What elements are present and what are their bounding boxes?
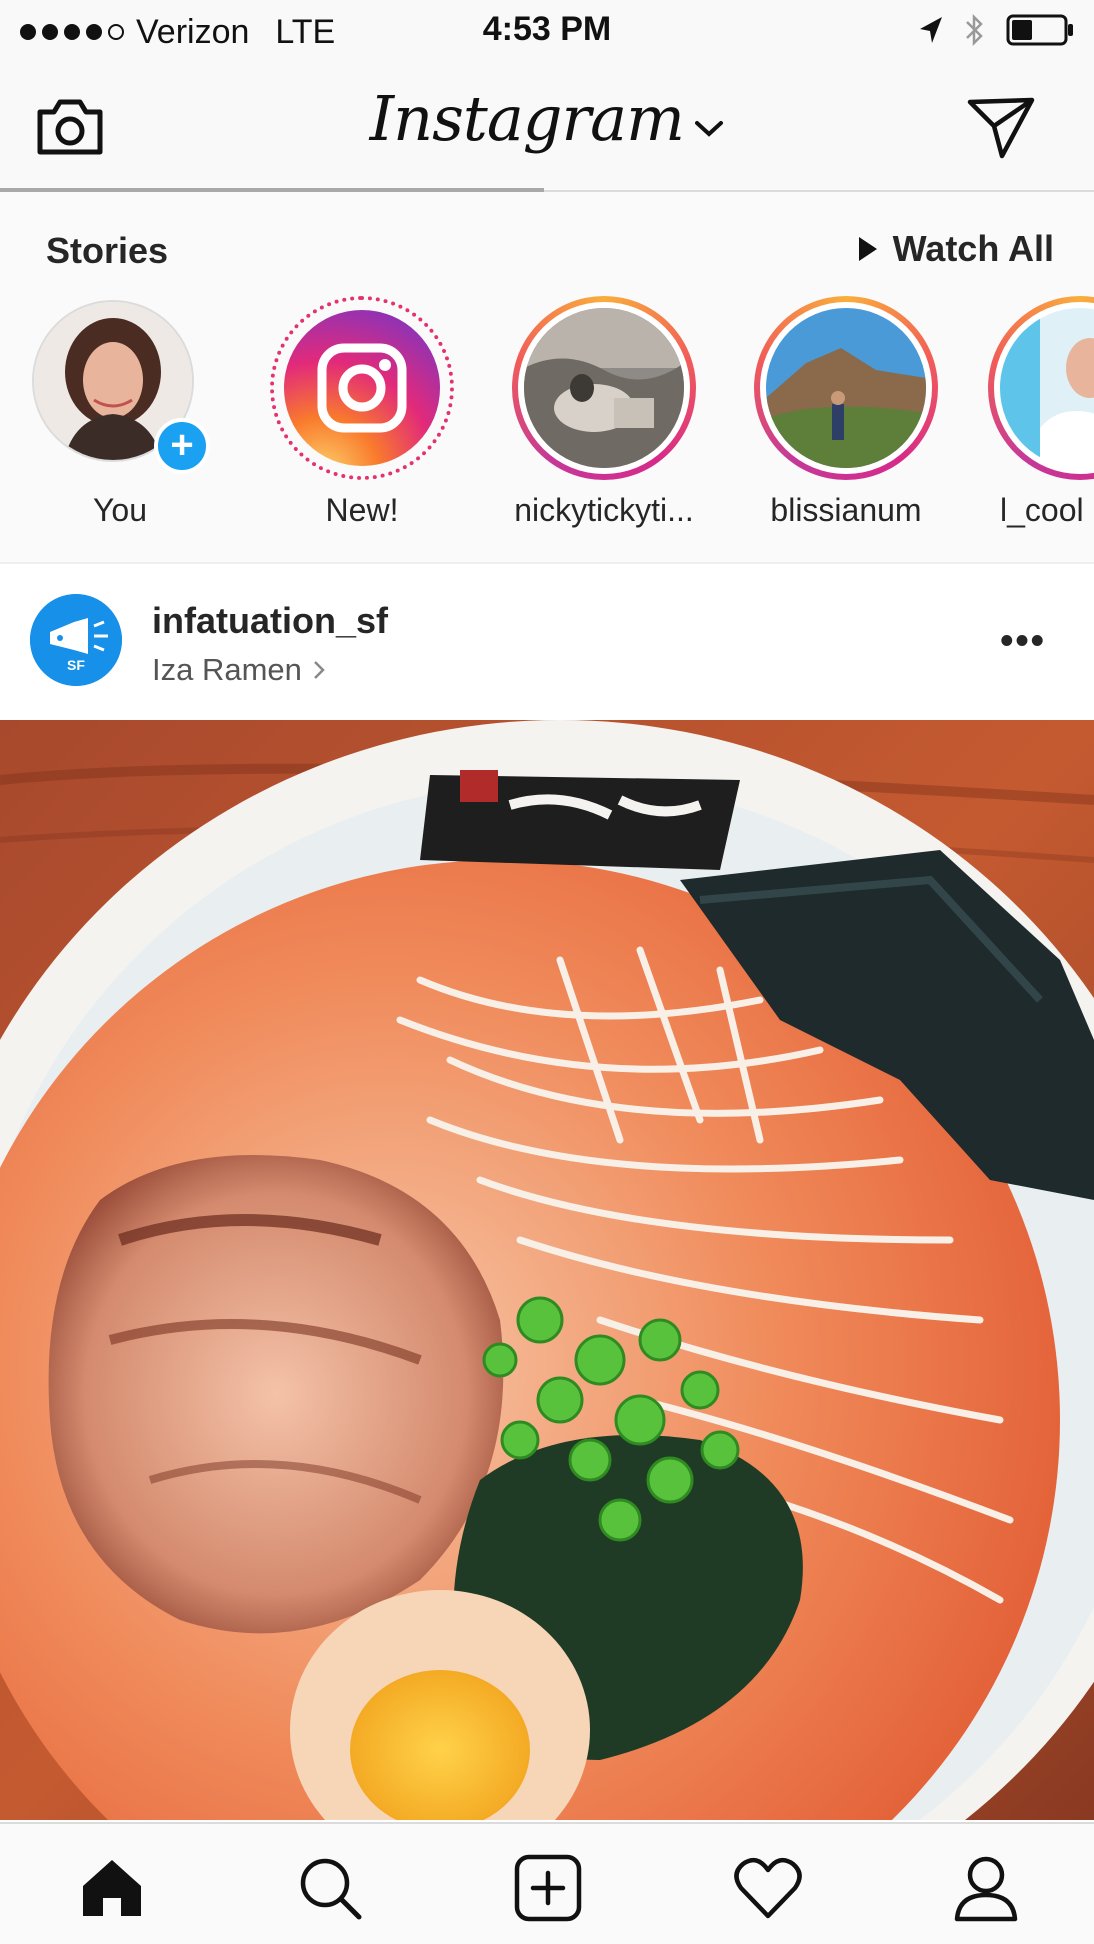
story-label: l_cool bbox=[1000, 492, 1084, 528]
tab-add-post[interactable] bbox=[508, 1852, 588, 1924]
tab-search[interactable] bbox=[290, 1852, 370, 1924]
story-new[interactable]: New! bbox=[262, 296, 462, 529]
post-username[interactable]: infatuation_sf bbox=[152, 600, 388, 642]
home-icon bbox=[83, 1860, 141, 1916]
add-story-button[interactable]: + bbox=[154, 418, 210, 474]
more-options-icon[interactable]: ••• bbox=[1000, 620, 1046, 663]
story-ring bbox=[754, 296, 938, 480]
story-label: You bbox=[93, 492, 147, 528]
heart-icon bbox=[734, 1857, 802, 1919]
story-label: New! bbox=[325, 492, 399, 528]
stories-title: Stories bbox=[46, 230, 169, 271]
add-post-icon bbox=[514, 1854, 582, 1922]
stories-tray: Stories Watch All + You New! nickytickyt… bbox=[0, 192, 1094, 564]
location-arrow-icon bbox=[920, 17, 942, 43]
avatar bbox=[766, 308, 926, 468]
paper-plane-icon[interactable] bbox=[966, 94, 1036, 160]
instagram-app-icon bbox=[284, 310, 440, 466]
story-label: blissianum bbox=[770, 492, 922, 528]
story-ring: + bbox=[28, 296, 212, 480]
bottom-tab-bar bbox=[0, 1822, 1094, 1944]
avatar[interactable]: SF bbox=[30, 594, 122, 686]
profile-icon bbox=[954, 1856, 1018, 1922]
story-you[interactable]: + You bbox=[20, 296, 220, 529]
status-bar: Verizon LTE 4:53 PM bbox=[0, 0, 1094, 64]
post-header: SF infatuation_sf Iza Ramen ••• bbox=[0, 564, 1094, 720]
tab-home[interactable] bbox=[72, 1852, 152, 1924]
avatar bbox=[524, 308, 684, 468]
instagram-app: Verizon LTE 4:53 PM Instagram Stories Wa… bbox=[0, 0, 1094, 1944]
play-icon bbox=[858, 237, 877, 261]
avatar-text: SF bbox=[67, 657, 85, 673]
watch-all-button[interactable]: Watch All bbox=[857, 228, 1054, 270]
status-right bbox=[918, 12, 1076, 48]
logo-text: Instagram bbox=[369, 82, 685, 155]
watch-all-label: Watch All bbox=[892, 228, 1054, 269]
chevron-down-icon[interactable] bbox=[694, 119, 724, 139]
story-blissianum[interactable]: blissianum bbox=[746, 296, 946, 529]
story-ring bbox=[988, 296, 1094, 480]
story-ring bbox=[512, 296, 696, 480]
app-header: Instagram bbox=[0, 64, 1094, 192]
location-label: Iza Ramen bbox=[152, 652, 302, 687]
tab-profile[interactable] bbox=[946, 1852, 1026, 1924]
story-ring bbox=[270, 296, 454, 480]
search-icon bbox=[300, 1858, 362, 1920]
tab-activity[interactable] bbox=[728, 1852, 808, 1924]
post-photo[interactable] bbox=[0, 720, 1094, 1820]
story-nickytickyti[interactable]: nickytickyti... bbox=[504, 296, 704, 529]
battery-icon bbox=[1006, 14, 1073, 46]
story-label: nickytickyti... bbox=[514, 492, 694, 528]
post-location[interactable]: Iza Ramen bbox=[152, 652, 326, 688]
bluetooth-icon bbox=[966, 13, 983, 47]
story-l-cool[interactable]: l_cool bbox=[988, 296, 1094, 529]
instagram-logo[interactable]: Instagram bbox=[0, 82, 1094, 155]
chevron-right-icon bbox=[314, 661, 325, 679]
